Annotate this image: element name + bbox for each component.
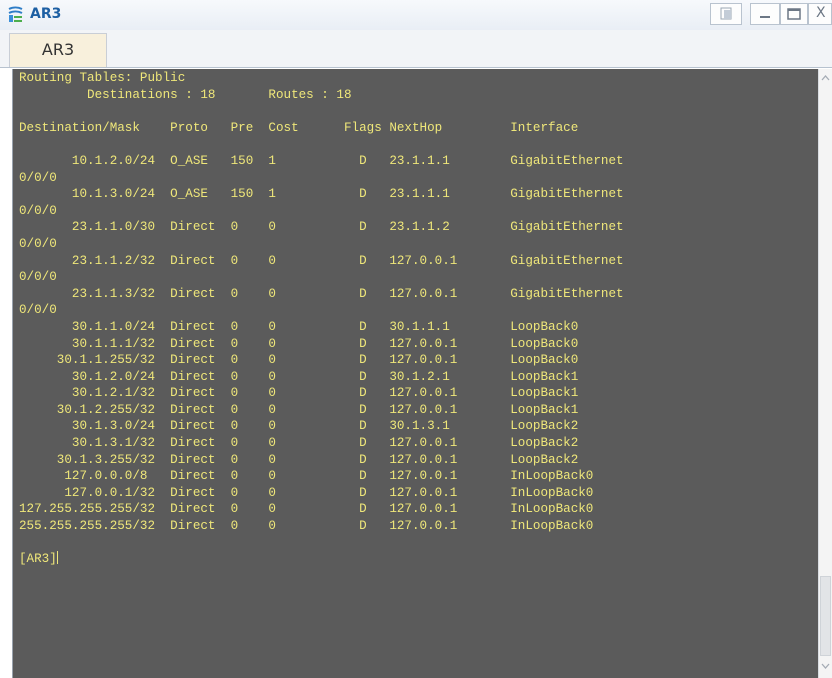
text-cursor [56,551,58,565]
restore-icon [720,7,732,20]
minimize-icon [760,16,770,18]
tab-bar: AR3 [0,30,832,68]
maximize-icon [787,8,801,20]
maximize-button[interactable] [780,3,808,25]
minimize-button[interactable] [750,3,780,25]
command-prompt: [AR3] [19,552,57,567]
scroll-up-icon[interactable] [819,71,832,85]
terminal-console[interactable]: Routing Tables: Public Destinations : 18… [12,69,819,678]
vertical-scrollbar[interactable] [818,69,832,678]
scroll-thumb[interactable] [820,576,831,656]
restore-button[interactable] [710,3,742,25]
window-title: AR3 [30,6,62,22]
scroll-down-icon[interactable] [819,659,832,673]
close-icon: X [816,5,826,21]
title-bar: AR3 X [0,0,832,31]
tab-ar3[interactable]: AR3 [9,33,107,67]
terminal-output: Routing Tables: Public Destinations : 18… [19,71,624,567]
router-app-icon [8,6,23,22]
close-button[interactable]: X [808,3,832,25]
